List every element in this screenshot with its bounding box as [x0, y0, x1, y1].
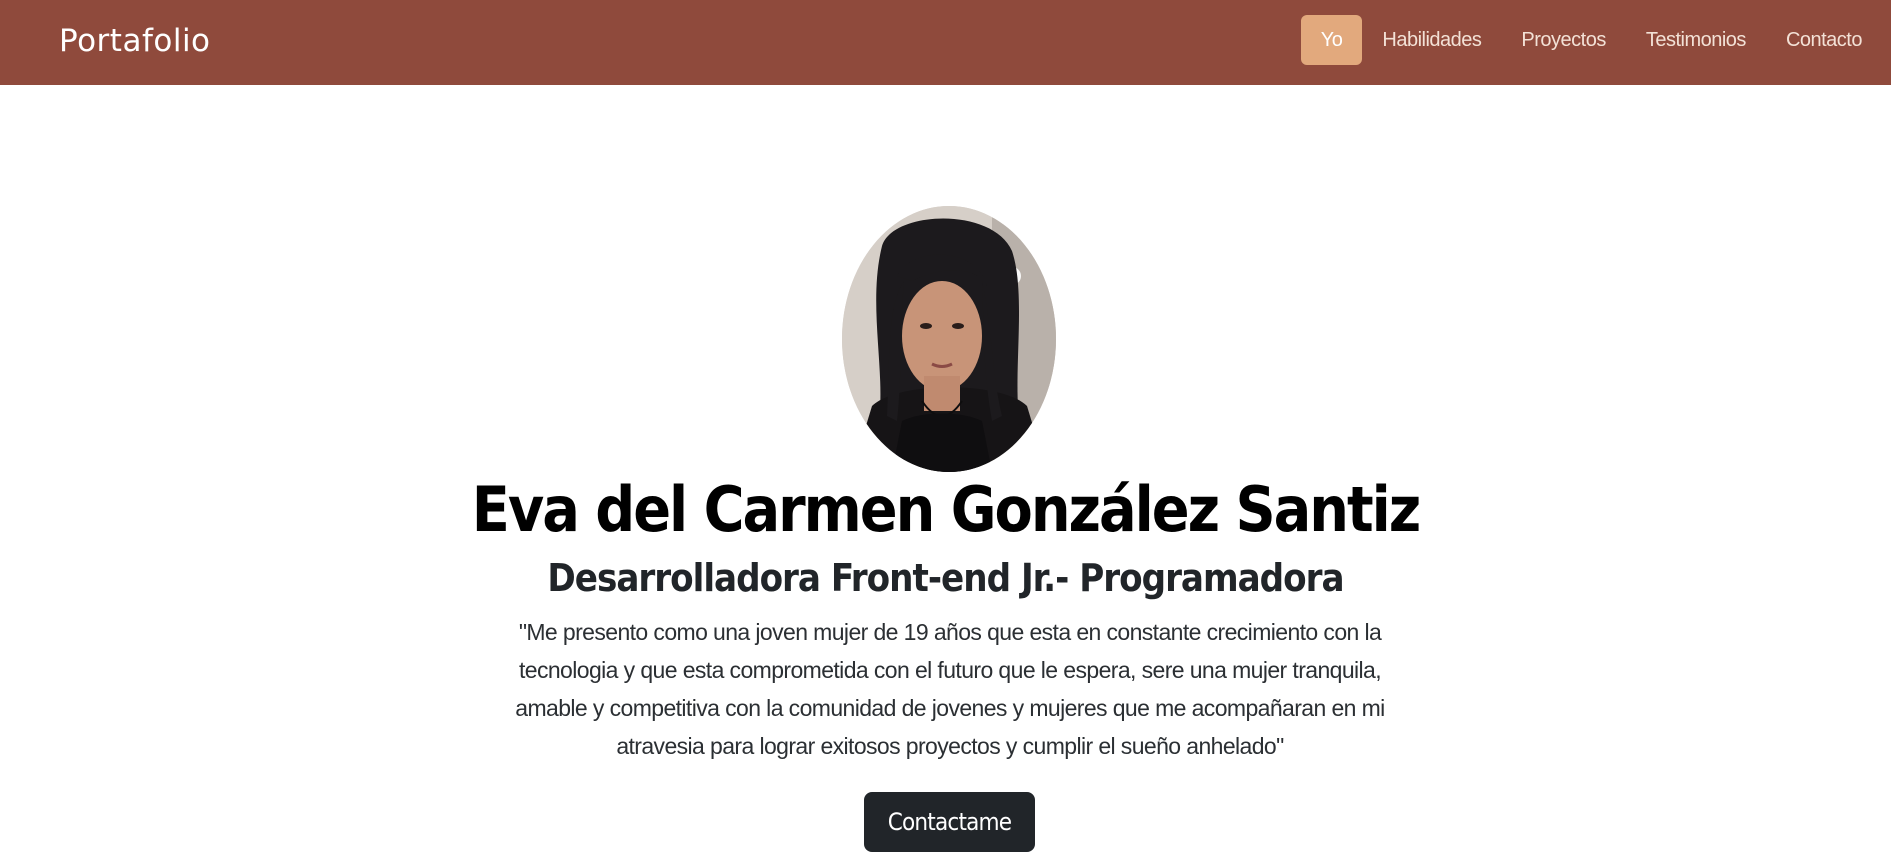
nav-link-testimonios[interactable]: Testimonios — [1626, 15, 1766, 65]
nav-links: Yo Habilidades Proyectos Testimonios Con… — [1300, 15, 1882, 65]
nav-link-contacto[interactable]: Contacto — [1766, 15, 1882, 65]
profile-role: Desarrolladora Front-end Jr.- Programado… — [547, 556, 1344, 600]
nav-link-proyectos[interactable]: Proyectos — [1501, 15, 1625, 65]
profile-photo — [842, 206, 1056, 472]
contact-button[interactable]: Contactame — [864, 792, 1035, 852]
profile-name: Eva del Carmen González Santiz — [471, 473, 1421, 546]
nav-link-yo[interactable]: Yo — [1300, 15, 1363, 65]
nav-link-habilidades[interactable]: Habilidades — [1362, 15, 1501, 65]
profile-photo-illustration — [842, 206, 1056, 472]
brand-logo[interactable]: Portafolio — [59, 20, 211, 62]
navbar: Portafolio Yo Habilidades Proyectos Test… — [0, 0, 1891, 85]
profile-about: "Me presento como una joven mujer de 19 … — [515, 619, 1385, 759]
hero-section: Eva del Carmen González Santiz Desarroll… — [0, 85, 1891, 857]
